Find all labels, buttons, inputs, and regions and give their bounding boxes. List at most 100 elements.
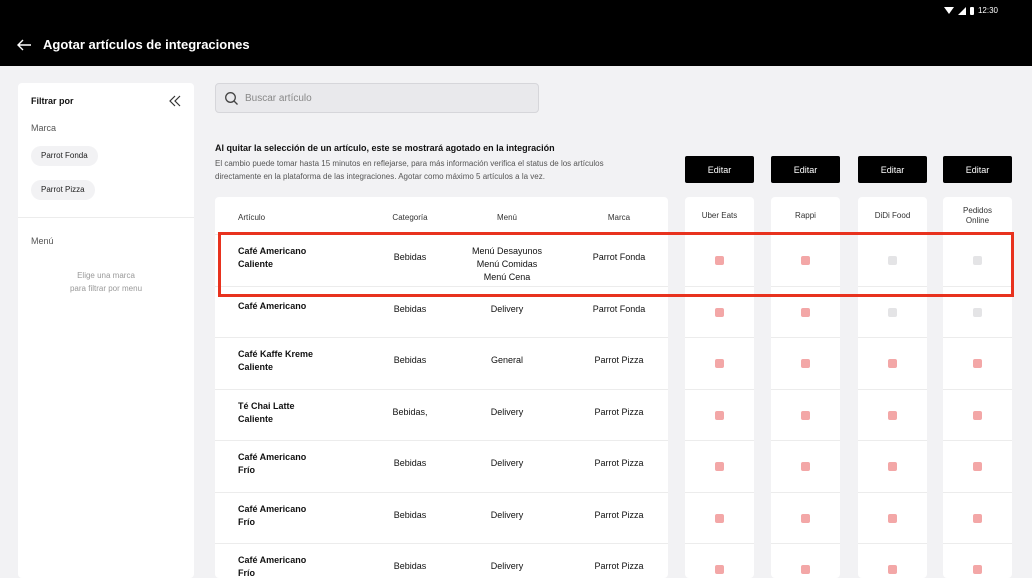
edit-pedidos-online-button[interactable]: Editar	[943, 156, 1012, 183]
integration-column-didi-food: DiDi Food	[858, 197, 927, 578]
battery-icon	[969, 6, 974, 15]
menu-line: Menú Comidas	[476, 259, 538, 269]
edit-rappi-button[interactable]: Editar	[771, 156, 840, 183]
table-row[interactable]: Café Kaffe Kreme Caliente Bebidas General Pa…	[215, 337, 668, 388]
availability-checkbox[interactable]	[973, 307, 982, 317]
menu-filter-hint: Elige una marca para filtrar por menu	[18, 269, 194, 295]
availability-checkbox[interactable]	[973, 513, 982, 523]
availability-checkbox[interactable]	[801, 307, 810, 317]
integration-row	[771, 388, 840, 440]
menu-line: Delivery	[490, 561, 524, 571]
article-brand: Parrot Pizza	[594, 406, 644, 417]
menu-line: Delivery	[490, 406, 524, 417]
integration-row	[858, 491, 927, 543]
article-name-line: Café Americano	[238, 452, 307, 462]
menu-line: Delivery	[490, 303, 524, 314]
article-name-line: Café Americano	[238, 503, 307, 514]
availability-checkbox[interactable]	[801, 462, 810, 471]
availability-checkbox[interactable]	[973, 410, 982, 420]
article-name-line: Caliente	[238, 259, 274, 269]
availability-checkbox[interactable]	[715, 410, 724, 420]
integration-row	[685, 388, 754, 440]
integration-row	[685, 440, 754, 491]
availability-checkbox[interactable]	[888, 359, 897, 368]
table-row[interactable]: Café Americano Bebidas Delivery Parrot Fond…	[215, 285, 668, 337]
brand-chip-parrot-fonda[interactable]: Parrot Fonda	[31, 146, 98, 166]
menu-line: Menú Cena	[483, 272, 531, 282]
article-name: Café Americano Caliente	[238, 245, 338, 271]
search-input[interactable]	[245, 90, 525, 107]
availability-checkbox[interactable]	[715, 256, 724, 265]
integration-header: Rappi	[771, 197, 840, 234]
availability-checkbox[interactable]	[888, 565, 897, 574]
availability-checkbox[interactable]	[715, 307, 724, 317]
back-arrow-icon[interactable]	[14, 35, 34, 55]
article-name-line: Frío	[238, 465, 255, 475]
article-menu: Delivery	[462, 303, 552, 316]
integration-row	[685, 337, 754, 388]
integration-row	[858, 388, 927, 440]
article-name-line: Frío	[238, 568, 255, 578]
search-icon	[225, 92, 238, 105]
availability-checkbox[interactable]	[973, 462, 982, 471]
integration-row	[943, 440, 1012, 491]
integration-header: DiDi Food	[858, 197, 927, 234]
availability-checkbox[interactable]	[801, 256, 810, 265]
availability-checkbox[interactable]	[715, 359, 724, 368]
collapse-sidebar-icon[interactable]	[168, 94, 182, 108]
hint-line: Elige una marca	[77, 271, 135, 280]
availability-checkbox[interactable]	[801, 410, 810, 420]
availability-checkbox[interactable]	[715, 513, 724, 523]
availability-checkbox[interactable]	[801, 359, 810, 368]
availability-checkbox[interactable]	[888, 462, 897, 471]
article-name-line: Frío	[238, 516, 255, 527]
availability-checkbox[interactable]	[973, 256, 982, 265]
table-row[interactable]: Café Americano Caliente Bebidas Menú Desayu…	[215, 234, 668, 285]
article-brand: Parrot Fonda	[592, 252, 646, 262]
integration-row	[943, 337, 1012, 388]
availability-checkbox[interactable]	[801, 513, 810, 523]
integration-column-uber-eats: Uber Eats	[685, 197, 754, 578]
article-name: Café Kaffe Kreme Caliente	[238, 348, 338, 374]
table-row[interactable]: Té Chai Latte Caliente Bebidas, Delivery Par…	[215, 388, 668, 440]
availability-checkbox[interactable]	[973, 565, 982, 574]
articles-table: Artículo Categoría Menú Marca Café Ameri…	[215, 197, 668, 578]
table-row[interactable]: Café Americano Frío Bebidas Delivery Parrot …	[215, 491, 668, 543]
integration-row	[858, 440, 927, 491]
edit-didi-food-button[interactable]: Editar	[858, 156, 927, 183]
menu-line: Delivery	[490, 509, 524, 520]
integration-row	[858, 285, 927, 337]
table-row[interactable]: Café Americano Frío Bebidas Delivery Parrot …	[215, 543, 668, 578]
availability-checkbox[interactable]	[888, 307, 897, 317]
page-title: Agotar artículos de integraciones	[43, 37, 250, 52]
integration-row	[858, 234, 927, 285]
integration-name: Pedidos	[963, 205, 992, 215]
column-header-category: Categoría	[392, 213, 428, 222]
table-row[interactable]: Café Americano Frío Bebidas Delivery Parrot …	[215, 440, 668, 491]
integration-row	[771, 543, 840, 578]
integration-row	[943, 543, 1012, 578]
edit-uber-eats-button[interactable]: Editar	[685, 156, 754, 183]
article-brand: Parrot Fonda	[592, 303, 646, 314]
status-icons: 12:30	[943, 6, 998, 15]
menu-line: General	[490, 355, 524, 365]
article-name-line: Té Chai Latte	[238, 400, 295, 411]
integration-column-pedidos-online: Pedidos Online	[943, 197, 1012, 578]
availability-checkbox[interactable]	[888, 513, 897, 523]
availability-checkbox[interactable]	[801, 565, 810, 574]
availability-checkbox[interactable]	[888, 256, 897, 265]
article-name-line: Café Americano	[238, 300, 307, 311]
integration-name: DiDi Food	[874, 210, 911, 220]
filter-sidebar: Filtrar por Marca Parrot Fonda Parrot Pi…	[18, 83, 194, 578]
status-bar: 12:30	[0, 0, 1032, 24]
availability-checkbox[interactable]	[715, 565, 724, 574]
brand-chip-parrot-pizza[interactable]: Parrot Pizza	[31, 180, 95, 200]
availability-checkbox[interactable]	[715, 462, 724, 471]
integration-name: Rappi	[795, 210, 816, 220]
availability-checkbox[interactable]	[973, 359, 982, 368]
availability-checkbox[interactable]	[888, 410, 897, 420]
article-menu: General	[462, 354, 552, 367]
hint-line: para filtrar por menu	[69, 284, 143, 293]
article-category: Bebidas	[393, 303, 427, 314]
article-name-line: Caliente	[238, 362, 274, 372]
